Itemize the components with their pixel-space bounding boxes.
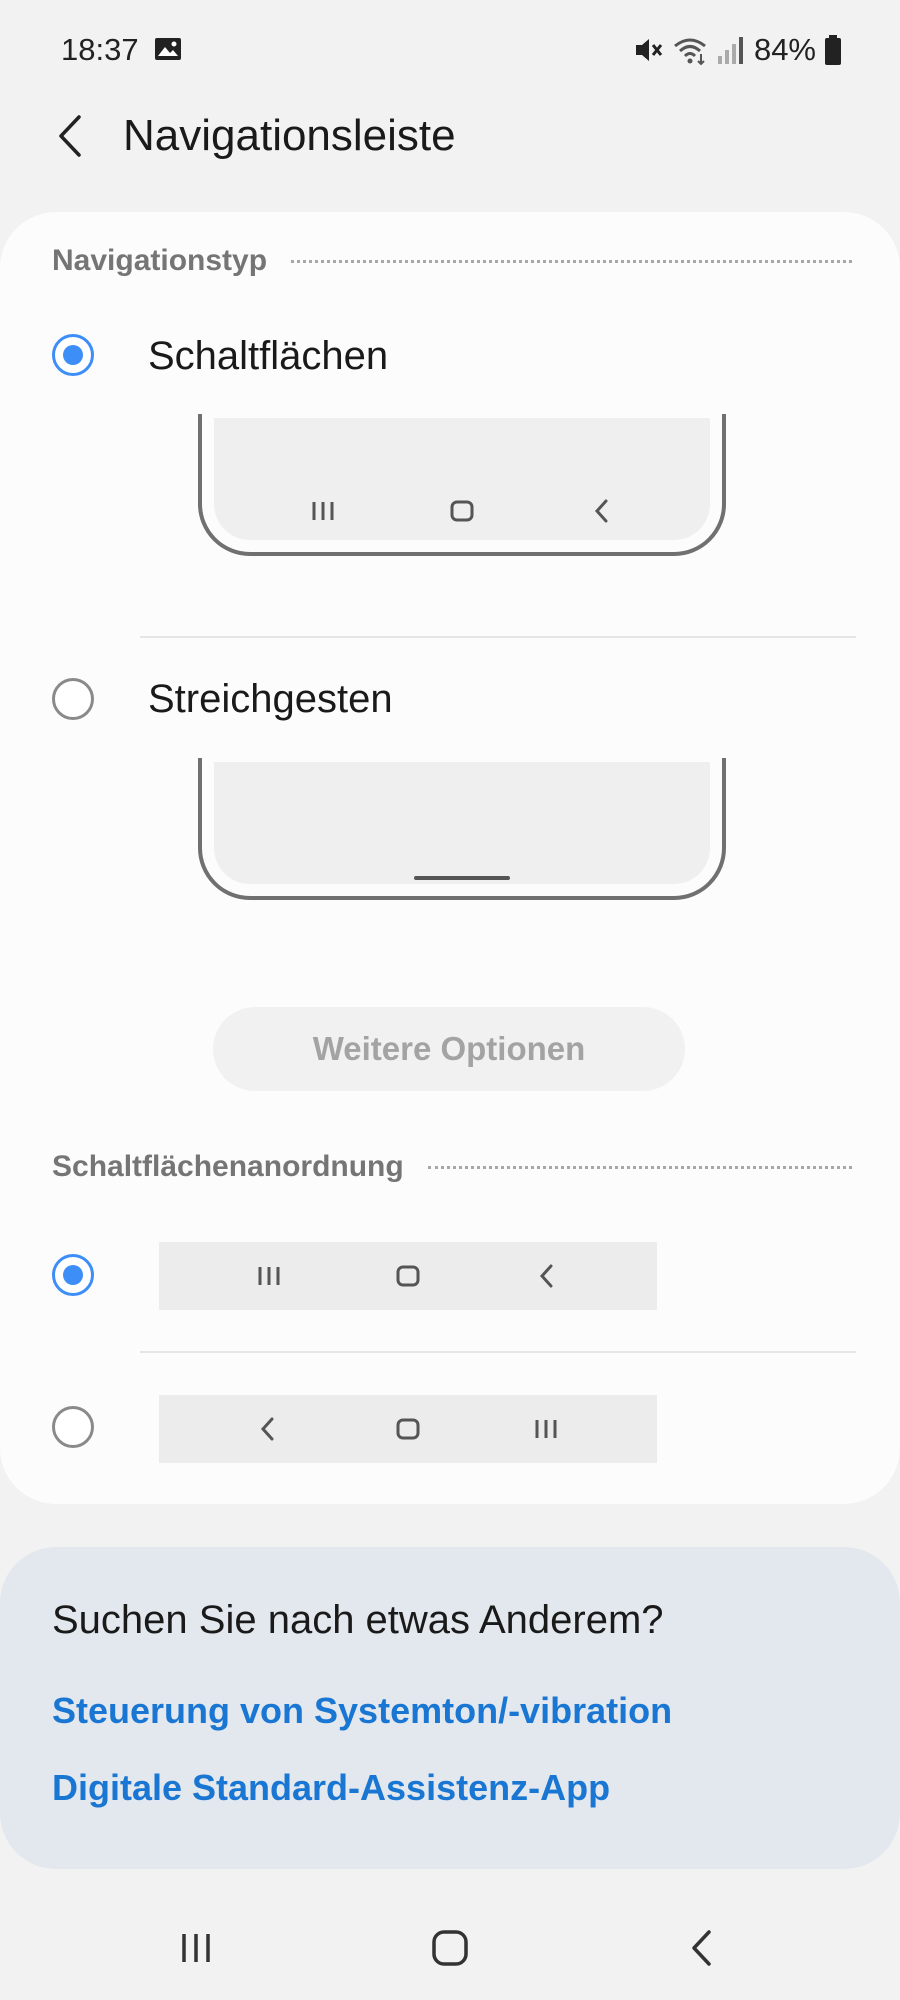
battery-percent: 84%	[753, 32, 816, 67]
section-label: Navigationstyp	[52, 244, 268, 277]
status-icons: 84%	[632, 30, 842, 70]
signal-icon	[717, 37, 743, 64]
option-label-swipe-gestures[interactable]: Streichgesten	[148, 675, 393, 723]
radio-swipe-gestures[interactable]	[52, 678, 94, 720]
recents-icon	[182, 1934, 210, 1962]
nav-recents-button[interactable]	[166, 1920, 226, 1976]
mute-icon	[635, 39, 663, 61]
image-icon	[155, 38, 181, 60]
section-header-navigation-type: Navigationstyp	[52, 244, 852, 278]
swipe-gestures-preview[interactable]	[194, 758, 730, 908]
section-divider	[427, 1165, 852, 1169]
home-icon	[432, 1930, 468, 1966]
suggestions-title: Suchen Sie nach etwas Anderem?	[52, 1598, 664, 1642]
buttons-navigation-preview[interactable]	[194, 414, 730, 564]
back-button[interactable]	[46, 108, 94, 164]
section-header-button-order: Schaltflächenanordnung	[52, 1150, 852, 1184]
status-bar: 18:37 84%	[0, 0, 900, 100]
order-preview-recents-home-back[interactable]	[159, 1242, 657, 1310]
option-label-buttons[interactable]: Schaltflächen	[148, 332, 388, 380]
wifi-icon	[674, 38, 706, 66]
more-options-button[interactable]: Weitere Optionen	[213, 1007, 685, 1091]
back-arrow-icon	[59, 115, 81, 157]
option-divider	[140, 636, 856, 638]
link-default-assistant-app[interactable]: Digitale Standard-Assistenz-App	[52, 1767, 610, 1809]
link-system-sound-vibration[interactable]: Steuerung von Systemton/-vibration	[52, 1690, 672, 1732]
section-divider	[291, 259, 852, 263]
radio-order-recents-home-back[interactable]	[52, 1254, 94, 1296]
option-divider	[140, 1351, 856, 1353]
page-title: Navigationsleiste	[123, 111, 456, 160]
back-icon	[692, 1930, 711, 1966]
order-preview-back-home-recents[interactable]	[159, 1395, 657, 1463]
battery-icon	[825, 35, 841, 65]
nav-home-button[interactable]	[420, 1920, 480, 1976]
status-time: 18:37	[61, 32, 139, 67]
radio-buttons-navigation[interactable]	[52, 334, 94, 376]
nav-back-button[interactable]	[672, 1920, 732, 1976]
section-label: Schaltflächenanordnung	[52, 1150, 404, 1183]
radio-order-back-home-recents[interactable]	[52, 1406, 94, 1448]
